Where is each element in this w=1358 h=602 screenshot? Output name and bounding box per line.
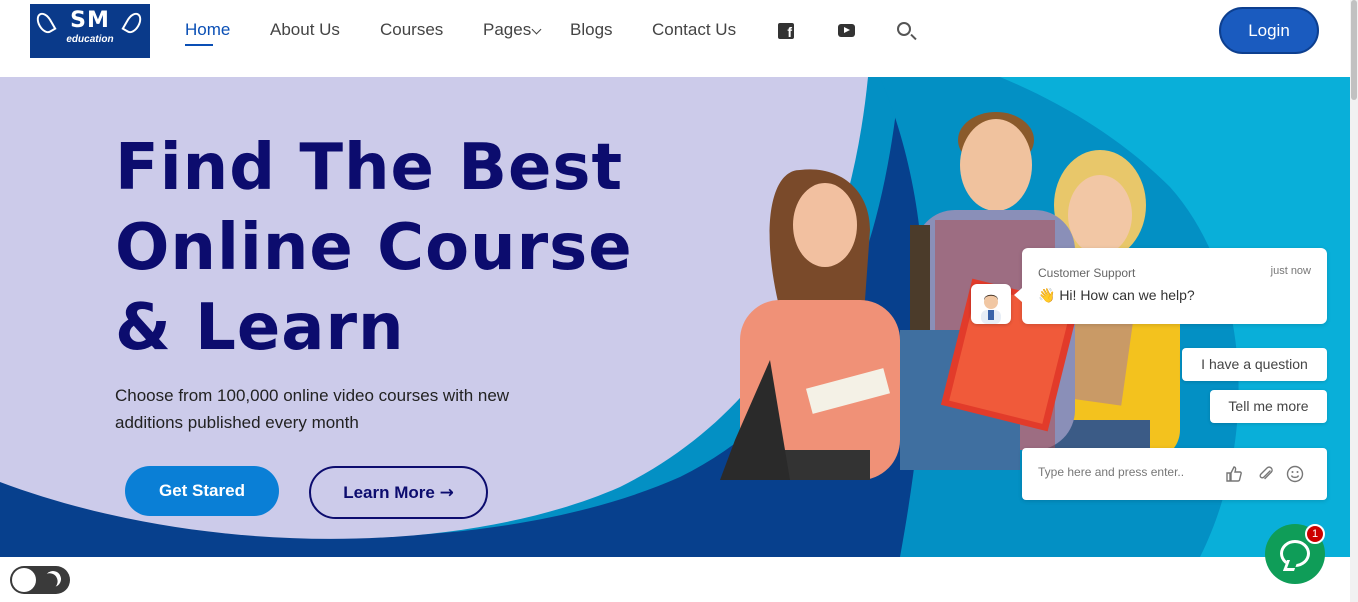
chat-input-placeholder: Type here and press enter..: [1038, 465, 1185, 479]
hero-subtitle: Choose from 100,000 online video courses…: [115, 386, 510, 432]
site-header: SM education Home About Us Courses Pages…: [0, 0, 1350, 77]
nav-pages[interactable]: Pages: [483, 20, 531, 42]
scrollbar-thumb[interactable]: [1351, 0, 1357, 100]
emoji-icon[interactable]: [1286, 465, 1304, 483]
chat-bubble-icon: [1280, 540, 1310, 567]
arrow-right-icon: →: [439, 483, 454, 503]
hero-title: Find The Best Online Course & Learn: [115, 128, 735, 368]
thumbs-up-icon[interactable]: [1225, 465, 1243, 483]
search-icon[interactable]: [897, 22, 911, 36]
nav-courses[interactable]: Courses: [380, 20, 443, 42]
nav-about-us[interactable]: About Us: [270, 20, 340, 42]
notification-badge: 1: [1305, 524, 1325, 544]
agent-avatar: [971, 284, 1011, 324]
quick-reply-question[interactable]: I have a question: [1182, 348, 1327, 381]
toggle-knob: [12, 568, 36, 592]
get-started-button[interactable]: Get Stared: [125, 466, 279, 516]
nav-active-indicator: [185, 44, 213, 46]
chat-agent-name: Customer Support: [1038, 266, 1136, 280]
chat-message: 👋 Hi! How can we help?: [1038, 287, 1195, 303]
hero-title-line: Online Course: [115, 211, 633, 285]
nav-contact-us[interactable]: Contact Us: [652, 20, 736, 42]
logo-mark: SM: [70, 8, 110, 33]
chat-input[interactable]: Type here and press enter..: [1022, 448, 1327, 500]
quick-reply-tell-more[interactable]: Tell me more: [1210, 390, 1327, 423]
chat-message-card: Customer Support just now 👋 Hi! How can …: [1014, 248, 1327, 324]
youtube-icon[interactable]: [838, 24, 855, 37]
page: SM education Home About Us Courses Pages…: [0, 0, 1358, 602]
nav-blogs[interactable]: Blogs: [570, 20, 613, 42]
learn-more-button[interactable]: Learn More →: [309, 466, 488, 519]
login-button[interactable]: Login: [1219, 7, 1319, 54]
avatar-icon: [981, 294, 1001, 324]
attachment-icon[interactable]: [1257, 465, 1275, 483]
site-logo[interactable]: SM education: [30, 4, 150, 58]
logo-subtitle: education: [66, 34, 114, 45]
learn-more-label: Learn More: [343, 483, 435, 502]
nav-home[interactable]: Home: [185, 20, 230, 42]
hero-title-line: & Learn: [115, 291, 405, 365]
chat-timestamp: just now: [1270, 265, 1311, 277]
facebook-icon[interactable]: f: [778, 23, 794, 39]
chevron-down-icon[interactable]: [531, 24, 542, 35]
hero-title-line: Find The Best: [115, 131, 624, 205]
